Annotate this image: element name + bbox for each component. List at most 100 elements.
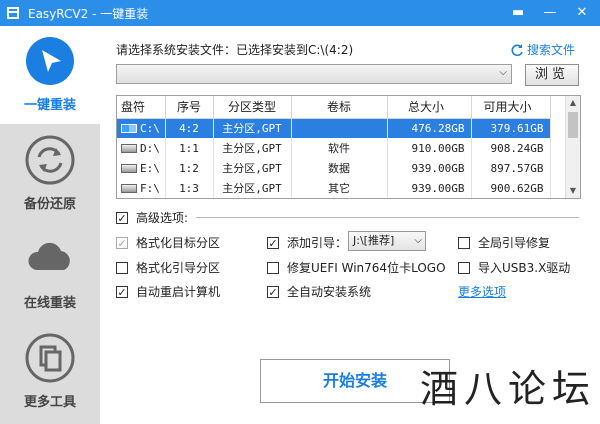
sidebar-item-one-key-reinstall[interactable]: 一键重装	[0, 26, 100, 124]
chevron-down-icon: ⌵	[414, 235, 422, 246]
minimize-button[interactable]: —	[537, 3, 563, 23]
advanced-checkbox[interactable]	[116, 212, 128, 224]
disk-cell: D:\	[117, 138, 166, 158]
label-cell: 软件	[291, 138, 388, 158]
label-cell: 数据	[291, 158, 388, 178]
system-file-select[interactable]: ⌵	[116, 64, 512, 84]
disk-letter: E:\	[140, 161, 160, 175]
more-options-link[interactable]: 更多选项	[458, 283, 506, 300]
refresh-small-icon	[511, 44, 523, 57]
disk-letter: D:\	[140, 141, 160, 155]
add-boot-label: 添加引导：	[287, 236, 348, 250]
sidebar-item-more-tools[interactable]: 更多工具	[0, 323, 100, 421]
auto-install-option[interactable]: 全自动安装系统	[267, 283, 371, 300]
label-cell	[291, 118, 388, 138]
column-header: 可用大小	[471, 96, 551, 119]
sidebar: 一键重装 备份还原 在线重装 更多工具	[0, 26, 100, 424]
global-boot-fix-checkbox[interactable]	[458, 237, 470, 249]
app-icon	[7, 7, 19, 19]
format-boot-checkbox[interactable]	[116, 262, 128, 274]
cloud-icon	[28, 242, 70, 270]
window-title: EasyRCV2 - 一键重装	[28, 7, 149, 21]
chevron-down-icon: ⌵	[499, 67, 507, 78]
sidebar-item-label: 在线重装	[23, 296, 76, 311]
sidebar-item-label: 一键重装	[23, 98, 76, 113]
divider	[196, 217, 579, 218]
free-cell: 897.57GB	[471, 158, 551, 178]
system-file-prompt: 请选择系统安装文件：已选择安装到C:\(4:2)	[116, 43, 354, 57]
auto-restart-option[interactable]: 自动重启计算机	[116, 283, 220, 300]
add-boot-checkbox[interactable]	[267, 237, 279, 249]
sidebar-item-online-reinstall[interactable]: 在线重装	[0, 224, 100, 322]
watermark: 酒八论坛	[420, 367, 597, 411]
vertical-scrollbar[interactable]: ▲ ▼	[565, 96, 580, 198]
type-cell: 主分区,GPT	[213, 178, 292, 198]
type-cell: 主分区,GPT	[213, 118, 292, 138]
copy-icon	[25, 333, 75, 383]
column-header: 盘符	[117, 96, 166, 119]
menu-button[interactable]: ▬	[505, 3, 531, 23]
search-file-link[interactable]: 搜索文件	[510, 41, 575, 58]
format-boot-option[interactable]: 格式化引导分区	[116, 259, 220, 276]
index-cell: 4:2	[165, 118, 214, 138]
format-boot-label: 格式化引导分区	[136, 261, 221, 275]
format-target-label: 格式化目标分区	[136, 236, 221, 250]
windows-drive-icon	[121, 123, 137, 133]
type-cell: 主分区,GPT	[213, 158, 292, 178]
total-cell: 910.00GB	[387, 138, 472, 158]
table-row[interactable]: C:\ 4:2 主分区,GPT 476.28GB 379.61GB	[117, 118, 551, 138]
auto-restart-checkbox[interactable]	[116, 286, 128, 298]
advanced-label: 高级选项:	[136, 211, 189, 225]
index-cell: 1:1	[165, 138, 214, 158]
global-boot-fix-option[interactable]: 全局引导修复	[458, 234, 550, 251]
disk-cell: C:\	[117, 118, 166, 138]
column-header: 序号	[165, 96, 214, 119]
auto-install-checkbox[interactable]	[267, 286, 279, 298]
total-cell: 939.00GB	[387, 178, 472, 198]
free-cell: 900.62GB	[471, 178, 551, 198]
table-row[interactable]: F:\ 1:3 主分区,GPT 其它 939.00GB 900.62GB	[117, 178, 551, 198]
title-bar: EasyRCV2 - 一键重装 ▬ — ✕	[0, 0, 600, 26]
table-row[interactable]: E:\ 1:2 主分区,GPT 数据 939.00GB 897.57GB	[117, 158, 551, 178]
free-cell: 908.24GB	[471, 138, 551, 158]
advanced-options-toggle[interactable]: 高级选项:	[116, 209, 188, 226]
disk-letter: F:\	[140, 181, 160, 195]
search-file-label: 搜索文件	[527, 43, 576, 57]
column-header: 卷标	[291, 96, 388, 119]
uefi-fix-label: 修复UEFI Win764位卡LOGO	[287, 261, 446, 275]
index-cell: 1:3	[165, 178, 214, 198]
auto-restart-label: 自动重启计算机	[136, 285, 221, 299]
column-header: 分区类型	[213, 96, 292, 119]
table-header-row: 盘符 序号 分区类型 卷标 总大小 可用大小	[117, 96, 551, 119]
add-boot-option[interactable]: 添加引导：	[267, 234, 347, 251]
column-header: 总大小	[387, 96, 472, 119]
uefi-fix-option[interactable]: 修复UEFI Win764位卡LOGO	[267, 259, 446, 276]
boot-drive-select[interactable]: J:\[推荐] ⌵	[348, 231, 426, 251]
drive-icon	[121, 143, 137, 153]
free-cell: 379.61GB	[471, 118, 551, 138]
usb3-driver-option[interactable]: 导入USB3.X驱动	[458, 259, 570, 276]
disk-cell: E:\	[117, 158, 166, 178]
main-panel: 请选择系统安装文件：已选择安装到C:\(4:2) 搜索文件 ⌵ 浏览 盘符 序号…	[100, 26, 600, 424]
refresh-icon	[25, 135, 75, 185]
index-cell: 1:2	[165, 158, 214, 178]
usb3-driver-checkbox[interactable]	[458, 262, 470, 274]
drive-icon	[121, 163, 137, 173]
scroll-thumb[interactable]	[568, 112, 578, 138]
total-cell: 476.28GB	[387, 118, 472, 138]
disk-letter: C:\	[140, 121, 160, 135]
table-row[interactable]: D:\ 1:1 主分区,GPT 软件 910.00GB 908.24GB	[117, 138, 551, 158]
close-button[interactable]: ✕	[569, 3, 595, 23]
scroll-down-icon[interactable]: ▼	[566, 184, 580, 198]
disk-cell: F:\	[117, 178, 166, 198]
partition-table: 盘符 序号 分区类型 卷标 总大小 可用大小 C:\ 4:2 主分区,GPT 4…	[116, 95, 581, 199]
scroll-up-icon[interactable]: ▲	[566, 96, 580, 110]
sidebar-item-label: 备份还原	[23, 197, 76, 212]
auto-install-label: 全自动安装系统	[287, 285, 372, 299]
format-target-option[interactable]: 格式化目标分区	[116, 234, 220, 251]
browse-button[interactable]: 浏览	[525, 64, 579, 86]
sidebar-item-backup-restore[interactable]: 备份还原	[0, 125, 100, 223]
format-target-checkbox[interactable]	[116, 237, 128, 249]
uefi-fix-checkbox[interactable]	[267, 262, 279, 274]
drive-icon	[121, 183, 137, 193]
